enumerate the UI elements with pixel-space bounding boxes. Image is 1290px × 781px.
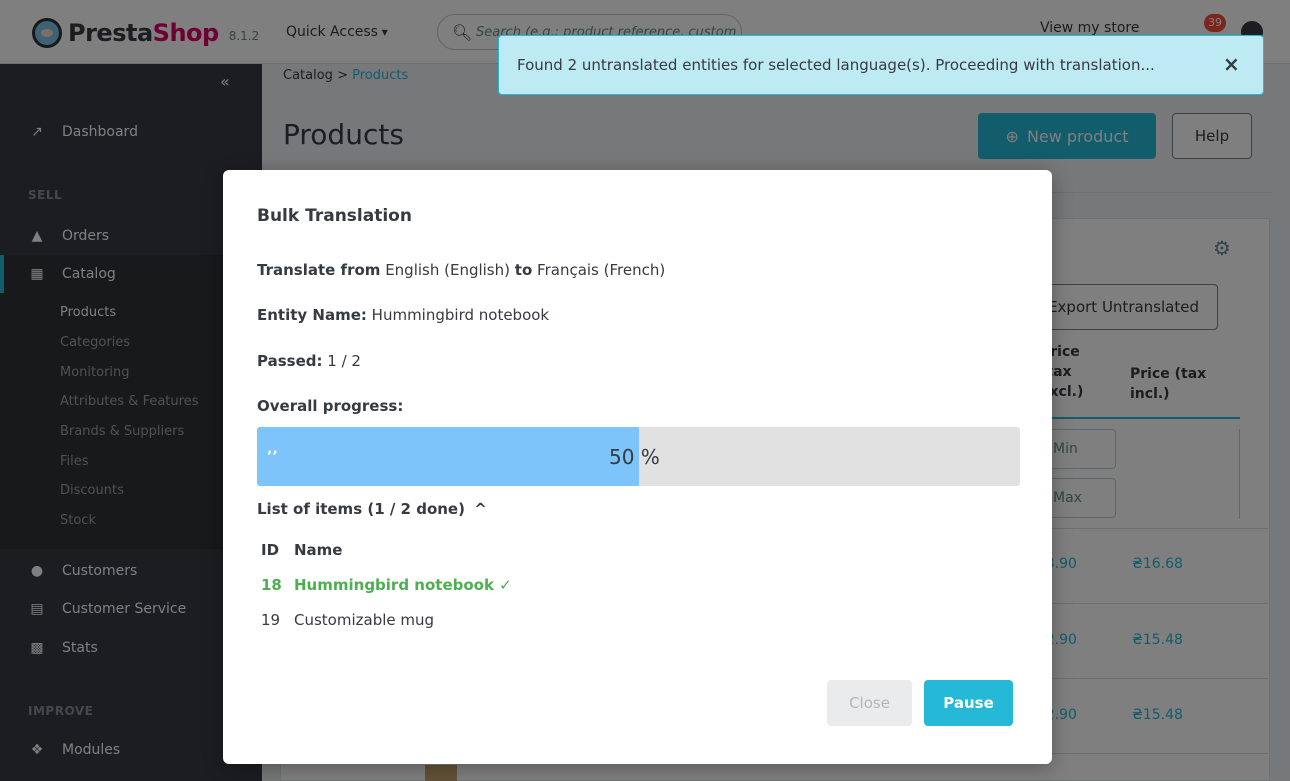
- source-language: English (English): [385, 261, 510, 279]
- entity-name-label: Entity Name:: [257, 306, 367, 324]
- to-label: to: [514, 261, 533, 279]
- progress-percent: 50 %: [609, 445, 660, 469]
- item-id: 18: [261, 576, 282, 594]
- entity-name-line: Entity Name: Hummingbird notebook: [257, 306, 549, 324]
- bulk-translation-modal: Bulk Translation Translate from English …: [223, 170, 1052, 764]
- info-toast: Found 2 untranslated entities for select…: [498, 35, 1264, 95]
- item-name: Hummingbird notebook ✓: [294, 576, 512, 594]
- col-id: ID: [261, 541, 280, 559]
- modal-title: Bulk Translation: [257, 206, 412, 226]
- items-list-toggle[interactable]: List of items (1 / 2 done) ^: [257, 500, 487, 518]
- translate-from-label: Translate from: [257, 261, 381, 279]
- item-id: 19: [261, 611, 281, 629]
- progress-fill: [257, 427, 639, 486]
- pause-button[interactable]: Pause: [924, 680, 1013, 726]
- passed-label: Passed:: [257, 352, 323, 370]
- translate-languages: Translate from English (English) to Fran…: [257, 261, 665, 279]
- passed-line: Passed: 1 / 2: [257, 352, 361, 370]
- target-language: Français (French): [537, 261, 666, 279]
- items-list-label: List of items (1 / 2 done): [257, 500, 465, 518]
- spinner-icon: ’’: [267, 449, 278, 465]
- overall-progress-bar: ’’ 50 %: [257, 427, 1020, 486]
- item-name: Customizable mug: [294, 611, 435, 629]
- entity-name-value: Hummingbird notebook: [371, 306, 550, 324]
- overall-progress-text: Overall progress:: [257, 397, 404, 415]
- close-icon[interactable]: ×: [1223, 52, 1240, 76]
- toast-message: Found 2 untranslated entities for select…: [517, 56, 1155, 74]
- passed-value: 1 / 2: [327, 352, 361, 370]
- chevron-up-icon: ^: [474, 500, 487, 518]
- close-button[interactable]: Close: [827, 680, 912, 726]
- col-name: Name: [294, 541, 343, 559]
- overall-progress-label: Overall progress:: [257, 397, 403, 415]
